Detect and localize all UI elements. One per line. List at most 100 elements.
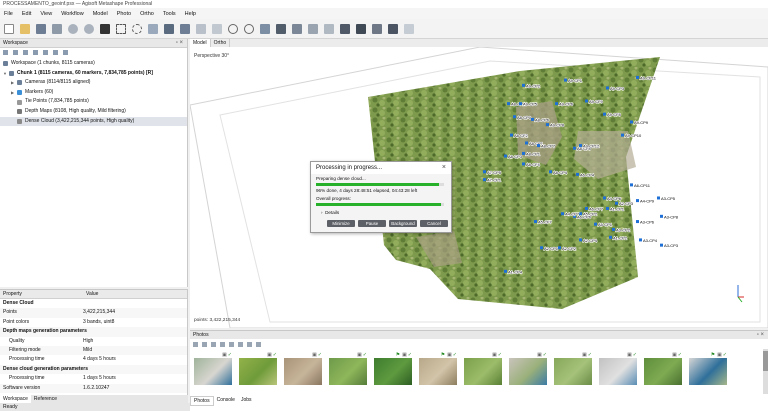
photos-scrollbar[interactable] (763, 349, 768, 394)
close-icon[interactable]: × (442, 162, 446, 174)
tab-ortho[interactable]: Ortho (211, 39, 231, 47)
marker[interactable]: A3-CP5 (657, 195, 676, 202)
add-chunk-icon[interactable] (3, 50, 8, 55)
close-item-icon[interactable] (63, 50, 68, 55)
menu-photo[interactable]: Photo (117, 11, 131, 17)
marker[interactable]: A3-CP6 (636, 219, 655, 225)
marker[interactable]: A3-CP8 (660, 214, 679, 220)
remove-camera-icon[interactable] (211, 341, 216, 347)
photo-thumbnail[interactable]: ▣ ✓ (509, 352, 547, 385)
tree-item-cameras[interactable]: ▶ Cameras (8114/8115 aligned) (0, 78, 187, 88)
tab-reference[interactable]: Reference (31, 395, 60, 403)
image-icon[interactable] (388, 23, 398, 34)
new-icon[interactable] (4, 23, 14, 34)
marker[interactable]: A9-CP12 (579, 143, 601, 149)
model-icon[interactable] (308, 23, 318, 34)
property-section[interactable]: Dense cloud generation parameters (0, 364, 187, 375)
tab-model[interactable]: Model (190, 39, 211, 47)
photo-thumbnail[interactable]: ▣ ✓ (284, 352, 322, 385)
property-section[interactable]: Depth maps generation parameters (0, 327, 187, 337)
disable-icon[interactable] (53, 50, 58, 55)
property-row[interactable]: Point colors 3 bands, uint8 (0, 318, 187, 327)
print-icon[interactable] (52, 23, 62, 34)
photo-thumbnail[interactable]: ▣ ✓ (194, 352, 232, 385)
ruler-icon[interactable] (164, 23, 174, 34)
dense-cloud-icon[interactable] (292, 23, 302, 34)
tab-workspace[interactable]: Workspace (0, 395, 31, 403)
tree-item-workspace[interactable]: Workspace (1 chunks, 8115 cameras) (0, 59, 187, 69)
panel-close-icon[interactable]: ▫ × (176, 39, 183, 48)
thumbnail-size-icon[interactable] (256, 341, 261, 347)
flag-icon[interactable] (372, 23, 382, 34)
property-row[interactable]: Processing time 4 days 5 hours (0, 355, 187, 364)
move-icon[interactable] (148, 23, 158, 34)
dense-cloud-scene[interactable]: A9-CP2A9-CP1A9-CP3A8-CP10A9-CP5A9-CP6A9-… (190, 47, 768, 328)
photo-thumbnail[interactable]: ▣ ✓ (464, 352, 502, 385)
minimize-button[interactable]: Minimize (327, 220, 355, 227)
undo-icon[interactable] (68, 23, 78, 34)
tree-item-densecloud[interactable]: Dense Cloud (3,422,215,344 points, High … (0, 116, 187, 127)
tree-item-markers[interactable]: ▶ Markers (60) (0, 88, 187, 98)
marker[interactable]: A3-CP4 (639, 237, 658, 243)
tree-item-depthmaps[interactable]: Depth Maps (8108, High quality, Mild fil… (0, 107, 187, 117)
add-folder-icon[interactable] (23, 50, 28, 55)
menu-tools[interactable]: Tools (163, 11, 176, 17)
model-view[interactable]: Model Ortho A9-CP2A9-CP1A9-CP3A8-CP10A9-… (190, 39, 768, 328)
photo-thumbnail[interactable]: ▣ ✓ (329, 352, 367, 385)
marker[interactable]: A6-CP11 (630, 182, 651, 188)
cancel-button[interactable]: Cancel (420, 220, 448, 227)
zoom-in-icon[interactable] (228, 23, 238, 34)
marker[interactable]: A9-CP11 (636, 75, 657, 81)
menu-ortho[interactable]: Ortho (140, 11, 154, 17)
pause-button[interactable]: Pause (358, 220, 386, 227)
disable-camera-icon[interactable] (202, 341, 207, 347)
rectangle-selection-icon[interactable] (116, 23, 126, 34)
tab-photos[interactable]: Photos (190, 396, 214, 406)
marker[interactable]: A4-CP9 (636, 198, 655, 204)
photo-thumbnail[interactable]: ⚑ ▣ ✓ (419, 352, 457, 385)
draw-icon[interactable] (180, 23, 190, 34)
remove-icon[interactable] (33, 50, 38, 55)
delete-icon[interactable] (196, 23, 206, 34)
menu-edit[interactable]: Edit (22, 11, 31, 17)
rotate-right-icon[interactable] (229, 341, 234, 347)
enable-camera-icon[interactable] (193, 341, 198, 347)
marker[interactable]: A9-CP10 (621, 133, 643, 139)
point-cloud-icon[interactable] (276, 23, 286, 34)
reset-view-icon[interactable] (260, 23, 270, 34)
crop-icon[interactable] (212, 23, 222, 34)
menu-help[interactable]: Help (185, 11, 196, 17)
circle-selection-icon[interactable] (132, 23, 142, 34)
tree-item-tiepoints[interactable]: Tie Points (7,834,785 points) (0, 97, 187, 107)
open-icon[interactable] (20, 23, 30, 34)
tab-jobs[interactable]: Jobs (238, 396, 255, 406)
camera-icon[interactable] (340, 23, 350, 34)
enable-icon[interactable] (43, 50, 48, 55)
redo-icon[interactable] (84, 23, 94, 34)
property-section[interactable]: Dense Cloud (0, 299, 187, 308)
property-row[interactable]: Filtering mode Mild (0, 345, 187, 356)
tab-console[interactable]: Console (214, 396, 238, 406)
property-row[interactable]: Software version 1.6.2.10247 (0, 383, 187, 393)
property-row[interactable]: Quality High (0, 337, 187, 346)
navigation-icon[interactable] (100, 23, 110, 34)
panel-close-icon[interactable]: ▫ × (757, 331, 764, 339)
save-icon[interactable] (36, 23, 46, 34)
photo-thumbnail[interactable]: ▣ ✓ (644, 352, 682, 385)
scrollbar-thumb[interactable] (763, 351, 768, 371)
details-toggle[interactable]: › Details (311, 210, 451, 215)
menu-view[interactable]: View (40, 11, 52, 17)
photo-thumbnail[interactable]: ▣ ✓ (239, 352, 277, 385)
photo-thumbnail[interactable]: ▣ ✓ (599, 352, 637, 385)
background-button[interactable]: Background (389, 220, 417, 227)
tiled-model-icon[interactable] (324, 23, 334, 34)
shield-icon[interactable] (356, 23, 366, 34)
photo-thumbnail[interactable]: ▣ ✓ (554, 352, 592, 385)
menu-model[interactable]: Model (93, 11, 108, 17)
photo-thumbnail[interactable]: ⚑ ▣ ✓ (689, 352, 727, 385)
tree-item-chunk[interactable]: ▼ Chunk 1 (8115 cameras, 60 markers, 7,8… (0, 69, 187, 79)
filter-icon[interactable] (238, 341, 243, 347)
zoom-out-icon[interactable] (244, 23, 254, 34)
menu-workflow[interactable]: Workflow (61, 11, 84, 17)
grid-icon[interactable] (404, 23, 414, 34)
